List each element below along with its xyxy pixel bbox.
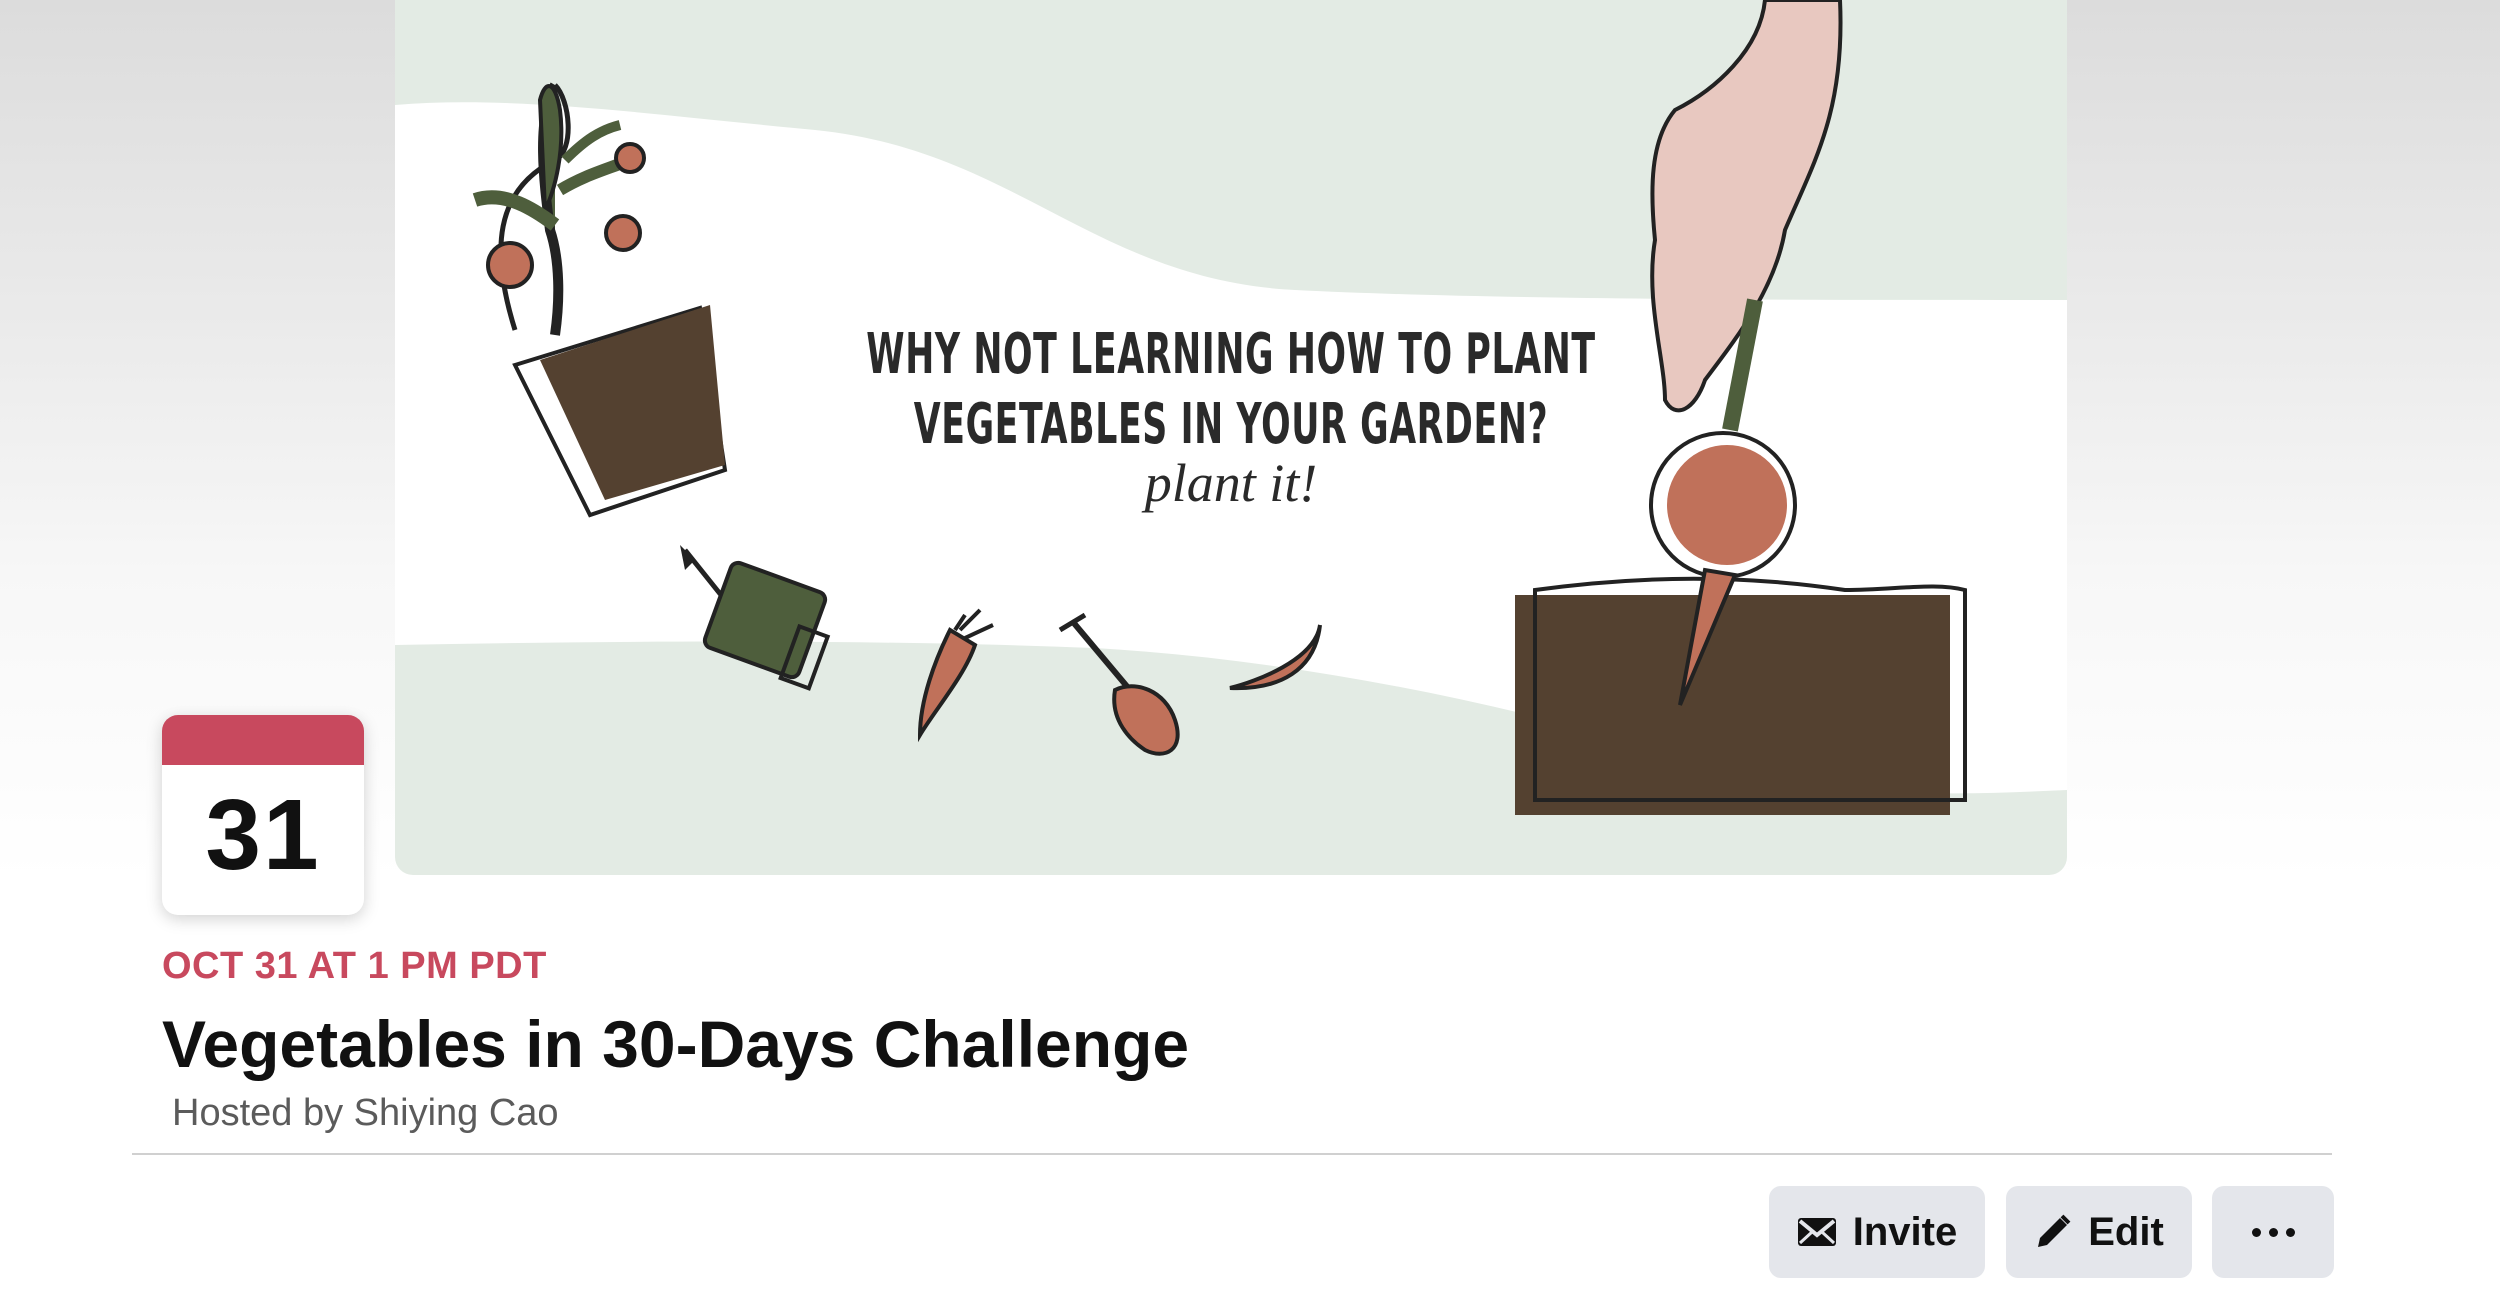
more-options-button[interactable] — [2212, 1186, 2334, 1278]
event-date-time: OCT 31 AT 1 PM PDT — [162, 945, 547, 987]
cover-headline-line-2: VEGETABLES IN YOUR GARDEN? — [913, 392, 1549, 457]
date-card: 31 — [162, 715, 364, 915]
cover-tagline: plant it! — [1144, 453, 1318, 513]
date-card-day: 31 — [205, 779, 321, 891]
edit-label: Edit — [2088, 1209, 2164, 1254]
edit-button[interactable]: Edit — [2006, 1186, 2192, 1278]
envelope-icon — [1797, 1217, 1837, 1247]
event-title: Vegetables in 30-Days Challenge — [162, 1007, 1190, 1081]
event-host: Hosted by Shiying Cao — [172, 1092, 559, 1134]
pencil-icon — [2034, 1213, 2072, 1251]
header-divider — [132, 1153, 2332, 1155]
date-card-header — [162, 715, 364, 765]
invite-label: Invite — [1852, 1209, 1958, 1254]
cover-headline-line-1: WHY NOT LEARNING HOW TO PLANT — [866, 322, 1596, 387]
event-cover-photo[interactable]: WHY NOT LEARNING HOW TO PLANT VEGETABLES… — [395, 0, 2067, 875]
soil-box-icon — [1515, 576, 1967, 815]
invite-button[interactable]: Invite — [1769, 1186, 1985, 1278]
more-options-icon — [2251, 1227, 2295, 1237]
